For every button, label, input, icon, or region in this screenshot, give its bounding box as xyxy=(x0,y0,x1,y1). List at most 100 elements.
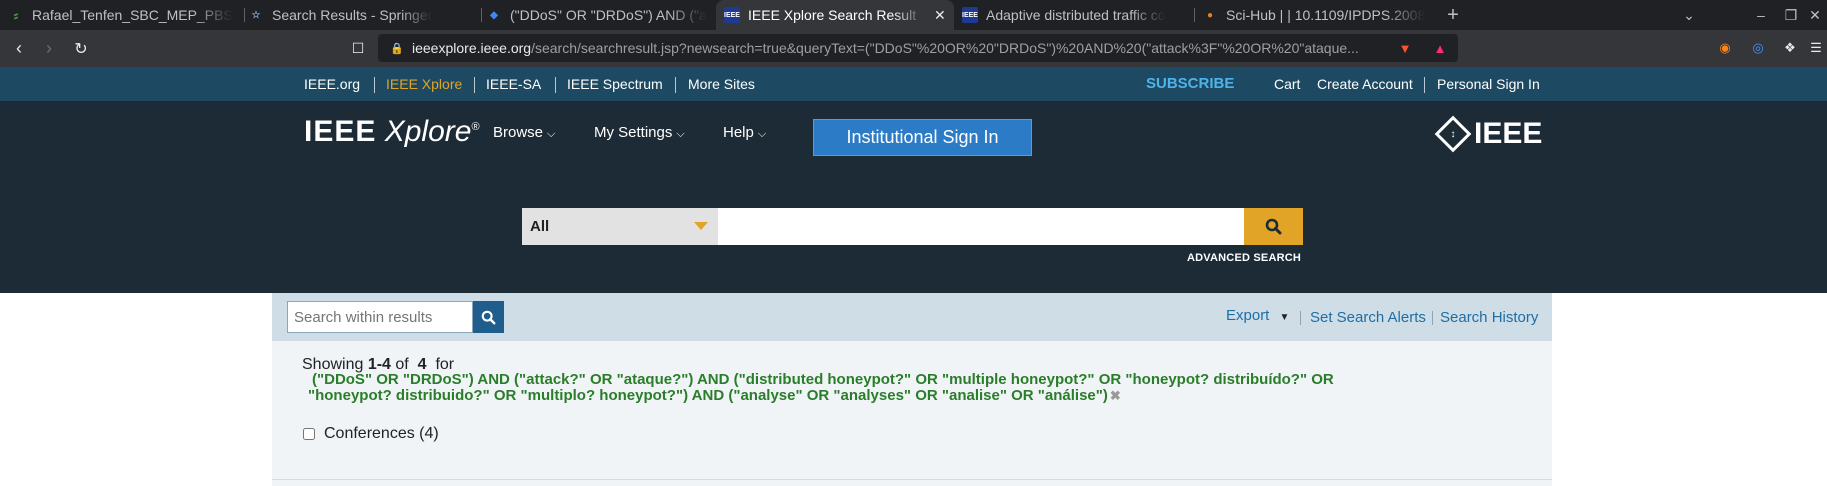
new-tab-button[interactable]: + xyxy=(1438,0,1468,30)
nav-link-label: IEEE Xplore xyxy=(386,76,463,92)
caret-down-icon xyxy=(694,222,708,230)
tab-springer[interactable]: ☆ Search Results - Springer xyxy=(248,0,480,30)
facet-conferences[interactable]: Conferences (4) xyxy=(303,425,439,443)
query-line: ("DDoS" OR "DRDoS") AND ("attack?" OR "a… xyxy=(312,371,1334,388)
my-settings-menu[interactable]: My Settings ⌵ xyxy=(594,124,685,141)
brand-text: IEEE xyxy=(1474,117,1543,150)
search-query-text: ("DDoS" OR "DRDoS") AND ("attack?" OR "a… xyxy=(308,372,1488,404)
search-within-input[interactable] xyxy=(287,301,473,333)
tab-title: Search Results - Springer xyxy=(272,7,433,23)
divider xyxy=(1432,311,1433,325)
bookmark-icon[interactable]: ☐ xyxy=(343,30,373,67)
clear-query-icon[interactable]: ✖ xyxy=(1110,388,1121,403)
springer-icon: ☆ xyxy=(251,9,261,21)
tab-scihub[interactable]: ● Sci-Hub | | 10.1109/IPDPS.2008 xyxy=(1202,0,1434,30)
tab-separator xyxy=(481,8,482,22)
extension-badge-icon[interactable]: ◎ xyxy=(1748,38,1768,58)
tab-title: IEEE Xplore Search Result xyxy=(748,7,917,23)
tab-ieee-search[interactable]: IEEE IEEE Xplore Search Result ✕ xyxy=(716,0,954,30)
query-line: "honeypot? distribuido?" OR "multiplo? h… xyxy=(308,387,1108,404)
search-category-value: All xyxy=(530,218,550,235)
help-menu[interactable]: Help ⌵ xyxy=(723,124,766,141)
tab-title: Rafael_Tenfen_SBC_MEP_PBS xyxy=(32,7,233,23)
ieee-icon: IEEE xyxy=(962,7,978,23)
nav-link-ieee-spectrum[interactable]: IEEE Spectrum xyxy=(567,67,663,101)
browser-toolbar: ‹ › ↻ ☐ 🔒 ieeexplore.ieee.org /search/se… xyxy=(0,30,1827,67)
facet-label: Conferences (4) xyxy=(324,425,439,442)
ieee-icon: IEEE xyxy=(724,7,740,23)
divider xyxy=(555,77,556,93)
search-icon xyxy=(1265,218,1282,235)
export-label: Export xyxy=(1226,307,1270,324)
cart-link[interactable]: Cart xyxy=(1274,67,1300,101)
tab-title: ("DDoS" OR "DRDoS") AND ("a xyxy=(510,7,707,23)
nav-link-ieee-sa[interactable]: IEEE-SA xyxy=(486,67,541,101)
ieee-xplore-logo[interactable]: IEEE Xplore® xyxy=(304,115,480,149)
ieee-brand-logo[interactable]: ↕ IEEE xyxy=(1434,115,1543,153)
search-icon xyxy=(481,310,496,324)
nav-link-ieee-org[interactable]: IEEE.org xyxy=(304,67,360,101)
tab-title: Adaptive distributed traffic co xyxy=(986,7,1166,23)
scholar-icon: ◆ xyxy=(490,9,498,21)
logo-registered-mark: ® xyxy=(471,121,480,133)
results-summary: Showing 1-4 of 4 for ("DDoS" OR "DRDoS")… xyxy=(272,341,1552,486)
menu-label: My Settings xyxy=(594,124,673,141)
tab-search-icon[interactable]: ⌄ xyxy=(1674,0,1704,30)
export-dropdown[interactable]: Export ▼ xyxy=(1226,307,1289,324)
caret-down-icon: ▼ xyxy=(1279,312,1290,323)
nav-link-ieee-xplore[interactable]: IEEE Xplore xyxy=(386,67,462,101)
address-bar[interactable]: 🔒 ieeexplore.ieee.org /search/searchresu… xyxy=(378,34,1458,62)
global-search-input[interactable] xyxy=(718,208,1244,245)
search-category-select[interactable]: All xyxy=(522,208,718,245)
minimize-icon[interactable]: – xyxy=(1746,0,1776,30)
tab-overleaf[interactable]: ⸗ Rafael_Tenfen_SBC_MEP_PBS xyxy=(8,0,240,30)
global-search: All xyxy=(522,208,1303,245)
tab-title: Sci-Hub | | 10.1109/IPDPS.2008 xyxy=(1226,7,1426,23)
ieee-diamond-icon: ↕ xyxy=(1434,115,1472,153)
ieee-meta-nav: IEEE.org IEEE Xplore IEEE-SA IEEE Spectr… xyxy=(0,67,1827,101)
tab-scholar[interactable]: ◆ ("DDoS" OR "DRDoS") AND ("a xyxy=(486,0,708,30)
logo-text-xplore: Xplore xyxy=(384,115,472,148)
extensions-puzzle-icon[interactable]: ❖ xyxy=(1780,38,1800,58)
divider xyxy=(474,77,475,93)
divider xyxy=(1300,311,1301,325)
divider xyxy=(272,479,1552,480)
search-within-button[interactable] xyxy=(473,301,504,333)
menu-label: Browse xyxy=(493,124,544,141)
divider xyxy=(1424,77,1425,93)
reload-icon[interactable]: ↻ xyxy=(66,30,96,67)
tab-adaptive[interactable]: IEEE Adaptive distributed traffic co xyxy=(962,0,1192,30)
chevron-down-icon: ⌵ xyxy=(547,128,556,140)
chevron-down-icon: ⌵ xyxy=(757,128,767,140)
search-history-link[interactable]: Search History xyxy=(1440,309,1538,326)
subscribe-link[interactable]: SUBSCRIBE xyxy=(1146,67,1234,101)
back-icon[interactable]: ‹ xyxy=(4,30,34,67)
url-path: /search/searchresult.jsp?newsearch=true&… xyxy=(531,40,1359,56)
metamask-icon[interactable]: ◉ xyxy=(1715,38,1735,58)
menu-icon[interactable]: ☰ xyxy=(1806,38,1826,58)
overleaf-icon: ⸗ xyxy=(13,7,19,23)
create-account-link[interactable]: Create Account xyxy=(1317,67,1413,101)
divider xyxy=(374,77,375,93)
browse-menu[interactable]: Browse ⌵ xyxy=(493,124,555,141)
chevron-down-icon: ⌵ xyxy=(676,128,685,140)
browser-tab-bar: ⸗ Rafael_Tenfen_SBC_MEP_PBS ☆ Search Res… xyxy=(0,0,1827,30)
personal-sign-in-link[interactable]: Personal Sign In xyxy=(1437,67,1540,101)
results-toolbar: Export ▼ Set Search Alerts Search Histor… xyxy=(272,293,1552,341)
scihub-icon: ● xyxy=(1206,9,1214,21)
nav-link-more-sites[interactable]: More Sites xyxy=(688,67,755,101)
tab-separator xyxy=(1194,8,1195,22)
institutional-sign-in-button[interactable]: Institutional Sign In xyxy=(813,119,1032,156)
close-window-icon[interactable]: ✕ xyxy=(1800,0,1827,30)
search-button[interactable] xyxy=(1244,208,1303,245)
brave-shield-icon[interactable]: ▼ xyxy=(1395,38,1415,58)
facet-checkbox[interactable] xyxy=(303,428,315,440)
forward-icon[interactable]: › xyxy=(34,30,64,67)
close-icon[interactable]: ✕ xyxy=(934,7,946,24)
tab-separator xyxy=(244,8,245,22)
advanced-search-link[interactable]: ADVANCED SEARCH xyxy=(1187,252,1301,264)
logo-text-ieee: IEEE xyxy=(304,115,377,148)
divider xyxy=(675,77,676,93)
set-search-alerts-link[interactable]: Set Search Alerts xyxy=(1310,309,1426,326)
brave-rewards-icon[interactable]: ▲ xyxy=(1430,38,1450,58)
